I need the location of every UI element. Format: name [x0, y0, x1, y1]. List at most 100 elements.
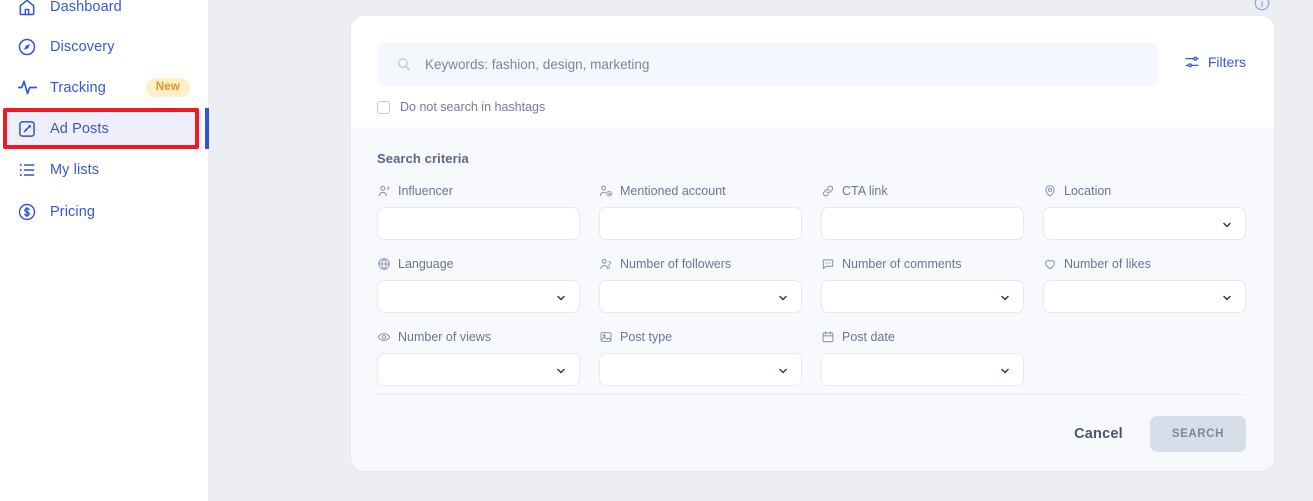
sidebar-item-my-lists[interactable]: My lists — [6, 149, 202, 190]
field-label-row: Number of comments — [821, 256, 1024, 272]
field-label-text: Influencer — [398, 184, 453, 198]
globe-icon — [377, 257, 391, 271]
filters-label: Filters — [1207, 54, 1246, 70]
dollar-circle-icon — [16, 201, 38, 223]
info-circle-icon[interactable] — [1253, 0, 1271, 12]
field-control[interactable] — [599, 353, 802, 386]
hashtag-option-row: Do not search in hashtags — [377, 100, 1246, 114]
field-control[interactable] — [377, 280, 580, 313]
link-icon — [821, 184, 835, 198]
compass-icon — [16, 36, 38, 58]
mentioned-account-input[interactable] — [600, 208, 801, 239]
sidebar-item-tracking[interactable]: Tracking New — [6, 67, 202, 108]
search-row: Filters — [377, 43, 1246, 86]
section-title: Search criteria — [377, 151, 469, 166]
number-of-likes-select[interactable] — [1044, 281, 1245, 312]
cancel-button[interactable]: Cancel — [1060, 418, 1137, 450]
cta-link-input[interactable] — [822, 208, 1023, 239]
field-number-of-likes: Number of likes — [1043, 256, 1246, 313]
field-control[interactable] — [821, 353, 1024, 386]
pulse-icon — [16, 77, 38, 99]
field-cta-link: CTA link — [821, 183, 1024, 240]
field-control[interactable] — [821, 280, 1024, 313]
sidebar-item-label: Pricing — [50, 203, 96, 220]
field-label-text: Post type — [620, 330, 673, 344]
field-post-date: Post date — [821, 329, 1024, 386]
field-number-of-followers: Number of followers — [599, 256, 802, 313]
search-button[interactable]: SEARCH — [1149, 416, 1246, 452]
number-of-followers-select[interactable] — [600, 281, 801, 312]
field-label-row: Post type — [599, 329, 802, 345]
tune-icon — [1184, 54, 1200, 70]
sidebar-item-pricing[interactable]: Pricing — [6, 191, 202, 232]
map-pin-icon — [1043, 184, 1057, 198]
list-icon — [16, 159, 38, 181]
search-input[interactable] — [425, 43, 1112, 86]
do-not-search-hashtags-checkbox[interactable] — [377, 100, 390, 114]
field-label-text: Number of comments — [842, 257, 962, 271]
ad-post-icon — [16, 118, 38, 140]
sidebar-scroll-indicator[interactable] — [205, 108, 209, 149]
comment-icon — [821, 257, 835, 271]
home-icon — [16, 0, 38, 18]
sidebar-item-ad-posts[interactable]: Ad Posts — [6, 108, 202, 149]
field-control[interactable] — [821, 207, 1024, 240]
field-label-row: Location — [1043, 183, 1246, 199]
search-header: Filters Do not search in hashtags — [351, 16, 1274, 127]
field-label-text: Number of followers — [620, 257, 732, 271]
post-date-select[interactable] — [822, 354, 1023, 385]
person-icon — [377, 184, 391, 198]
post-type-select[interactable] — [600, 354, 801, 385]
card-actions: Cancel SEARCH — [1060, 416, 1246, 452]
field-control[interactable] — [377, 207, 580, 240]
sidebar-item-label: My lists — [50, 161, 100, 178]
field-label-row: Post date — [821, 329, 1024, 345]
search-criteria-section: Search criteria Influencer Mentioned acc… — [351, 127, 1274, 471]
field-label-row: Language — [377, 256, 580, 272]
field-control[interactable] — [599, 280, 802, 313]
field-label-text: Location — [1064, 184, 1112, 198]
people-at-icon — [599, 184, 613, 198]
field-label-row: Influencer — [377, 183, 580, 199]
number-of-views-select[interactable] — [378, 354, 579, 385]
search-box[interactable] — [377, 43, 1158, 86]
calendar-icon — [821, 330, 835, 344]
sidebar-item-label: Ad Posts — [50, 120, 109, 137]
filters-button[interactable]: Filters — [1184, 54, 1246, 70]
sidebar-item-label: Dashboard — [50, 0, 122, 15]
field-label-row: Mentioned account — [599, 183, 802, 199]
location-select[interactable] — [1044, 208, 1245, 239]
influencer-input[interactable] — [378, 208, 579, 239]
field-label-row: Number of likes — [1043, 256, 1246, 272]
image-icon — [599, 330, 613, 344]
footer-divider — [377, 394, 1246, 395]
app-root: Dashboard Discovery Tracking New Ad Post… — [0, 0, 1313, 501]
field-post-type: Post type — [599, 329, 802, 386]
field-control[interactable] — [599, 207, 802, 240]
ad-posts-search-card: Filters Do not search in hashtags Search… — [351, 16, 1274, 471]
sidebar: Dashboard Discovery Tracking New Ad Post… — [0, 0, 208, 501]
field-label-text: Post date — [842, 330, 895, 344]
sidebar-item-label: Tracking — [50, 79, 106, 96]
search-icon — [395, 56, 412, 73]
do-not-search-hashtags-label: Do not search in hashtags — [400, 100, 546, 114]
sidebar-item-label: Discovery — [50, 38, 115, 55]
field-number-of-views: Number of views — [377, 329, 580, 386]
field-control[interactable] — [1043, 280, 1246, 313]
field-location: Location — [1043, 183, 1246, 240]
field-mentioned-account: Mentioned account — [599, 183, 802, 240]
sidebar-badge-new: New — [145, 78, 190, 97]
field-label-row: CTA link — [821, 183, 1024, 199]
eye-icon — [377, 330, 391, 344]
sidebar-item-dashboard[interactable]: Dashboard — [6, 0, 202, 27]
field-influencer: Influencer — [377, 183, 580, 240]
field-number-of-comments: Number of comments — [821, 256, 1024, 313]
field-control[interactable] — [377, 353, 580, 386]
field-label-row: Number of views — [377, 329, 580, 345]
language-select[interactable] — [378, 281, 579, 312]
field-control[interactable] — [1043, 207, 1246, 240]
number-of-comments-select[interactable] — [822, 281, 1023, 312]
heart-icon — [1043, 257, 1057, 271]
field-label-text: Mentioned account — [620, 184, 726, 198]
sidebar-item-discovery[interactable]: Discovery — [6, 26, 202, 67]
